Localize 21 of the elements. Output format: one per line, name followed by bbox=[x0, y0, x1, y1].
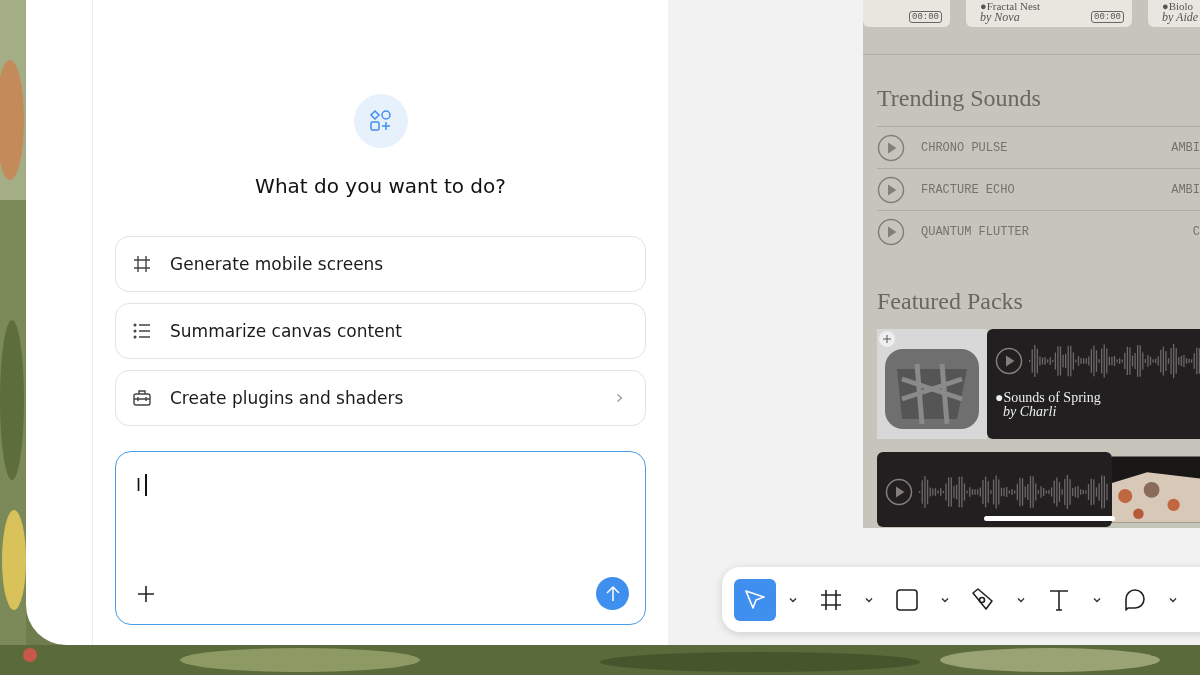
duration-label: 00:00 bbox=[909, 11, 942, 23]
sound-name: CHRONO PULSE bbox=[921, 140, 1009, 155]
section-heading: Featured Packs bbox=[877, 287, 1024, 316]
prompt-heading: What do you want to do? bbox=[255, 174, 506, 198]
suggestion-button[interactable]: Create plugins and shaders bbox=[115, 370, 646, 426]
prompt-field[interactable]: I bbox=[115, 451, 646, 625]
track-title: ●Fractal Nest bbox=[980, 1, 1041, 12]
genre-label: AMBI bbox=[1171, 140, 1200, 155]
sound-name: QUANTUM FLUTTER bbox=[921, 224, 1031, 239]
pack-author: by Charli bbox=[1002, 405, 1058, 419]
genre-label: C bbox=[1192, 224, 1200, 239]
suggestion-button[interactable]: Summarize canvas content bbox=[115, 303, 646, 359]
duration-label: 00:00 bbox=[1091, 11, 1124, 23]
genre-label: AMBI bbox=[1171, 182, 1200, 197]
track-author: by Nova bbox=[980, 12, 1021, 23]
pack-title: ●Sounds of Spring bbox=[995, 391, 1102, 405]
track-author: by Aide bbox=[1162, 12, 1199, 23]
sound-name: FRACTURE ECHO bbox=[921, 182, 1016, 197]
section-heading: Trending Sounds bbox=[877, 84, 1042, 113]
track-title: ●Biolo bbox=[1162, 1, 1195, 12]
suggestion-button[interactable]: Generate mobile screens bbox=[115, 236, 646, 292]
